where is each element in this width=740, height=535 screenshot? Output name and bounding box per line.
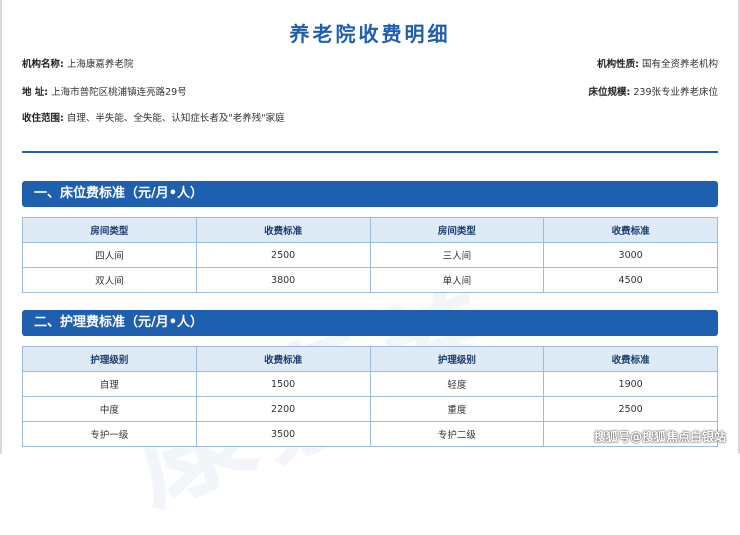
table-cell: 三人间 xyxy=(369,242,545,268)
column-header: 护理级别 xyxy=(22,346,197,372)
info-row-2: 地 址: 上海市普陀区桃浦镇连亮路29号 床位规模: 239张专业养老床位 xyxy=(22,84,718,98)
page-title: 养老院收费明细 xyxy=(289,22,451,46)
table-row: 四人间 2500 三人间 3000 xyxy=(22,242,718,268)
table-row: 中度 2200 重度 2500 xyxy=(22,396,718,422)
bed-scale: 床位规模: 239张专业养老床位 xyxy=(588,87,718,98)
column-header: 房间类型 xyxy=(22,217,197,243)
table-row: 双人间 3800 单人间 4500 xyxy=(22,267,718,293)
info-row-1: 机构名称: 上海康嘉养老院 机构性质: 国有全资养老机构 xyxy=(22,56,718,70)
table-cell: 3800 xyxy=(195,267,371,293)
info-row-3: 收住范围: 自理、半失能、全失能、认知症长者及"老养残"家庭 xyxy=(22,110,718,124)
table-cell: 自理 xyxy=(22,371,197,397)
column-header: 收费标准 xyxy=(195,346,371,372)
table-cell: 专护二级 xyxy=(369,421,545,447)
address: 地 址: 上海市普陀区桃浦镇连亮路29号 xyxy=(22,87,187,98)
section-bed-fee-header: 一、床位费标准（元/月•人） xyxy=(22,181,718,207)
table-header-row: 房间类型 收费标准 房间类型 收费标准 xyxy=(22,217,718,243)
table-cell: 重度 xyxy=(369,396,545,422)
org-nature: 机构性质: 国有全资养老机构 xyxy=(597,59,718,70)
column-header: 收费标准 xyxy=(543,346,718,372)
source-credit-watermark: 搜狐号@搜狐焦点白银站 xyxy=(593,430,726,444)
table-cell: 3000 xyxy=(543,242,718,268)
table-row: 自理 1500 轻度 1900 xyxy=(22,371,718,397)
table-cell: 2500 xyxy=(543,396,718,422)
table-cell: 中度 xyxy=(22,396,197,422)
column-header: 房间类型 xyxy=(369,217,545,243)
table-cell: 4500 xyxy=(543,267,718,293)
table-cell: 双人间 xyxy=(22,267,197,293)
table-header-row: 护理级别 收费标准 护理级别 收费标准 xyxy=(22,346,718,372)
table-cell: 3500 xyxy=(195,421,371,447)
divider xyxy=(22,151,718,153)
bed-fee-table: 房间类型 收费标准 房间类型 收费标准 四人间 2500 三人间 3000 双人… xyxy=(22,217,718,293)
admission-scope: 收住范围: 自理、半失能、全失能、认知症长者及"老养残"家庭 xyxy=(22,113,285,124)
org-name: 机构名称: 上海康嘉养老院 xyxy=(22,59,134,70)
column-header: 护理级别 xyxy=(369,346,545,372)
table-cell: 2500 xyxy=(195,242,371,268)
table-cell: 单人间 xyxy=(369,267,545,293)
table-cell: 2200 xyxy=(195,396,371,422)
table-cell: 轻度 xyxy=(369,371,545,397)
column-header: 收费标准 xyxy=(543,217,718,243)
column-header: 收费标准 xyxy=(195,217,371,243)
table-cell: 四人间 xyxy=(22,242,197,268)
section-care-fee-header: 二、护理费标准（元/月•人） xyxy=(22,310,718,336)
table-cell: 1500 xyxy=(195,371,371,397)
table-cell: 1900 xyxy=(543,371,718,397)
page-edge-left xyxy=(0,0,2,454)
table-cell: 专护一级 xyxy=(22,421,197,447)
